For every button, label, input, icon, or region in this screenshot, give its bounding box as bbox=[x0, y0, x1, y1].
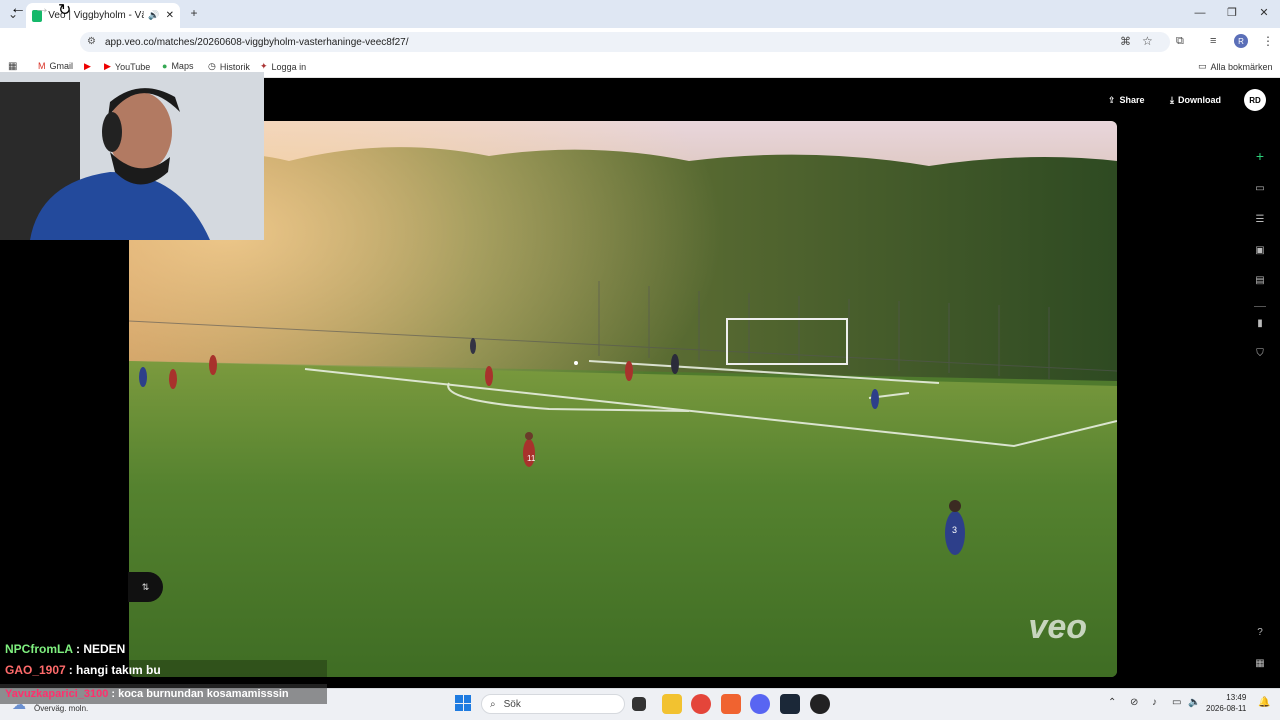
bookmark-historik[interactable]: ◷ Historik bbox=[208, 61, 250, 72]
taskbar-clock[interactable]: 13:49 2026-08-11 bbox=[1206, 692, 1246, 714]
chrome-icon[interactable] bbox=[691, 694, 711, 714]
profile-avatar-icon[interactable]: R bbox=[1234, 34, 1248, 48]
url-text[interactable]: app.veo.co/matches/20260608-viggbyholm-v… bbox=[105, 37, 409, 48]
chat-line: NPCfromLA: NEDEN bbox=[5, 642, 126, 656]
share-button[interactable]: ⇪ Share bbox=[1108, 95, 1145, 106]
network-icon[interactable]: ⊘ bbox=[1130, 697, 1138, 708]
new-tab-button[interactable]: + bbox=[185, 6, 203, 20]
folder-icon: ▭ bbox=[1198, 61, 1207, 71]
login-icon: ✦ bbox=[260, 61, 268, 71]
document-icon[interactable]: ▤ bbox=[1252, 275, 1268, 286]
reload-icon[interactable]: ↻ bbox=[58, 0, 71, 20]
volume-icon[interactable]: 🔈 bbox=[1188, 697, 1200, 708]
user-avatar[interactable]: RD bbox=[1244, 89, 1266, 111]
close-window-icon[interactable]: ✕ bbox=[1248, 0, 1280, 28]
add-icon[interactable]: + bbox=[1252, 148, 1268, 164]
translate-icon[interactable]: ⌘ bbox=[1120, 35, 1131, 48]
microphone-icon[interactable]: ♪ bbox=[1152, 697, 1157, 708]
notification-bell-icon[interactable]: 🔔 bbox=[1258, 697, 1270, 708]
window-controls: — ❐ ✕ bbox=[1184, 0, 1280, 28]
chat-username: Yavuzkaparici_3100 bbox=[5, 688, 109, 700]
media-control-icon[interactable]: ≡ bbox=[1210, 35, 1216, 47]
match-video-player[interactable]: 11 3 veo bbox=[129, 121, 1117, 677]
chat-line: GAO_1907: hangi takım bu bbox=[0, 660, 327, 680]
swap-icon: ⇅ bbox=[141, 581, 150, 592]
chat-username: NPCfromLA bbox=[5, 642, 73, 656]
bookmark-gmail[interactable]: M Gmail bbox=[38, 61, 73, 71]
discord-icon[interactable] bbox=[750, 694, 770, 714]
minimize-icon[interactable]: — bbox=[1184, 0, 1216, 28]
football bbox=[574, 361, 578, 365]
extensions-icon[interactable]: ⧉ bbox=[1176, 35, 1184, 48]
search-icon: ⌕ bbox=[490, 698, 496, 710]
task-view-icon[interactable] bbox=[632, 697, 646, 711]
bookmark-logga-in[interactable]: ✦ Logga in bbox=[260, 61, 306, 72]
obs-icon[interactable] bbox=[810, 694, 830, 714]
clock-date: 2026-08-11 bbox=[1206, 704, 1247, 713]
youtube-icon: ▶ bbox=[84, 61, 91, 71]
help-icon[interactable]: ? bbox=[1252, 627, 1268, 638]
share-icon: ⇪ bbox=[1108, 95, 1116, 105]
streamer-webcam bbox=[0, 72, 264, 240]
gmail-icon: M bbox=[38, 61, 46, 71]
keyboard-icon[interactable]: ▦ bbox=[1252, 658, 1268, 669]
chat-message: NEDEN bbox=[83, 642, 126, 656]
scoreboard-icon[interactable]: ▣ bbox=[1252, 245, 1268, 256]
search-placeholder: Sök bbox=[503, 698, 521, 710]
veo-watermark: veo bbox=[1028, 608, 1087, 646]
jersey-number-3: 3 bbox=[952, 525, 957, 535]
clock-time: 13:49 bbox=[1226, 693, 1247, 702]
history-icon: ◷ bbox=[208, 61, 216, 71]
weather-text[interactable]: Överväg. moln. bbox=[34, 704, 88, 713]
jersey-number-11: 11 bbox=[527, 454, 536, 463]
bookmark-star-icon[interactable]: ☆ bbox=[1142, 34, 1153, 48]
brave-icon[interactable] bbox=[721, 694, 741, 714]
forward-icon[interactable]: → bbox=[34, 0, 50, 18]
chat-line: Yavuzkaparici_3100: koca burnundan kosam… bbox=[0, 684, 327, 704]
chat-message: koca burnundan kosamamisssin bbox=[118, 688, 289, 700]
file-explorer-icon[interactable] bbox=[662, 694, 682, 714]
chat-username: GAO_1907 bbox=[5, 663, 66, 677]
apps-grid-icon[interactable]: ▦ bbox=[8, 61, 17, 72]
webcam-feed bbox=[0, 72, 264, 240]
chat-message: hangi takım bu bbox=[76, 663, 161, 677]
list-icon[interactable]: ☰ bbox=[1252, 214, 1268, 225]
site-info-icon[interactable]: ⚙ bbox=[87, 36, 96, 47]
display-icon[interactable]: ▭ bbox=[1172, 697, 1181, 708]
tab-audio-icon[interactable]: 🔊 bbox=[148, 10, 159, 21]
camera-icon[interactable]: ▭ bbox=[1252, 183, 1268, 194]
restore-icon[interactable]: ❐ bbox=[1216, 0, 1248, 28]
download-icon: ⤓ bbox=[1170, 95, 1174, 105]
maps-pin-icon: ● bbox=[162, 61, 168, 71]
tab-close-icon[interactable]: ✕ bbox=[166, 10, 174, 21]
stats-icon[interactable]: ▮ bbox=[1252, 318, 1268, 329]
steam-icon[interactable] bbox=[780, 694, 800, 714]
all-bookmarks-button[interactable]: ▭ Alla bokmärken bbox=[1198, 61, 1273, 72]
back-icon[interactable]: ← bbox=[10, 0, 26, 18]
chrome-menu-icon[interactable]: ⋮ bbox=[1262, 34, 1274, 48]
tray-chevron-icon[interactable]: ⌃ bbox=[1108, 697, 1116, 708]
bookmark-youtube[interactable]: ▶ YouTube bbox=[104, 61, 150, 72]
taskbar-search[interactable]: ⌕ Sök bbox=[481, 694, 625, 714]
sidebar-divider bbox=[1254, 306, 1266, 307]
bookmark-maps[interactable]: ● Maps bbox=[162, 61, 193, 71]
windows-start-icon[interactable] bbox=[455, 695, 471, 711]
football-pitch-scene: 11 3 bbox=[129, 121, 1117, 677]
youtube-icon: ▶ bbox=[104, 61, 111, 71]
player-control-toggle[interactable]: ⇅ bbox=[128, 572, 163, 602]
download-button[interactable]: ⤓ Download bbox=[1170, 95, 1221, 106]
bookmark-youtube-short[interactable]: ▶ bbox=[84, 61, 91, 72]
jersey-icon[interactable]: ⛉ bbox=[1252, 348, 1268, 359]
